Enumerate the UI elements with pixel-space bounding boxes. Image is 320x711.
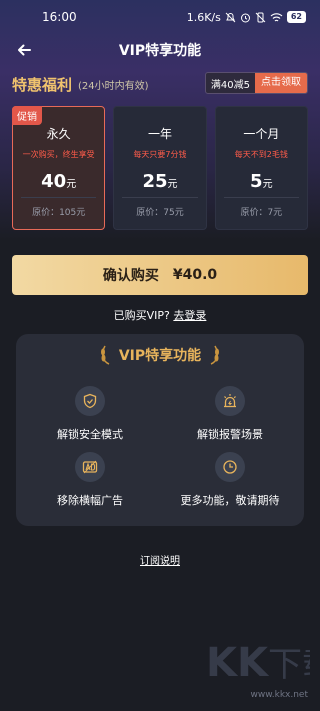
- plan-original-price: 原价：7元: [240, 208, 283, 218]
- status-icons: 1.6K/s 62: [187, 11, 306, 24]
- plan-original-price: 原价：105元: [32, 208, 86, 218]
- login-link[interactable]: 去登录: [173, 309, 206, 322]
- divider: [223, 197, 299, 198]
- plan-name: 一年: [147, 127, 172, 141]
- promo-subtitle: (24小时内有效): [78, 80, 149, 92]
- promo-badge: 促销: [12, 106, 42, 125]
- plan-desc: 每天只要7分钱: [133, 150, 187, 159]
- vip-features-panel: VIP特享功能 解锁安全模式 解锁报警场景 移除横幅广告 更多功能，敬请期待: [16, 334, 304, 526]
- buy-label: 确认购买: [102, 268, 159, 284]
- buy-amount: ¥40.0: [172, 267, 218, 283]
- plan-desc: 每天不到2毛钱: [234, 150, 288, 159]
- coupon-text: 满40减5: [210, 79, 250, 91]
- svg-text:下载: 下载: [268, 645, 310, 685]
- plan-price: 25元: [142, 171, 178, 192]
- clock-icon: [215, 452, 245, 482]
- feature-alarm-scene: 解锁报警场景: [170, 386, 290, 442]
- feature-remove-ads: 移除横幅广告: [30, 452, 150, 508]
- feature-label: 解锁报警场景: [197, 428, 263, 441]
- confirm-purchase-button[interactable]: 确认购买 ¥40.0: [12, 255, 308, 295]
- plan-price: 5元: [250, 171, 273, 192]
- svg-text:KK: KK: [206, 640, 270, 686]
- promo-title: 特惠福利: [12, 75, 73, 94]
- plan-card-year[interactable]: 一年 每天只要7分钱 25元 原价：75元: [113, 106, 207, 230]
- back-arrow-icon[interactable]: [12, 38, 36, 62]
- status-time: 16:00: [42, 10, 77, 24]
- login-text: 已购买VIP?: [113, 309, 170, 322]
- battery-icon: 62: [286, 11, 306, 23]
- divider: [122, 197, 198, 198]
- plan-name: 永久: [46, 127, 71, 141]
- net-speed: 1.6K/s: [186, 10, 221, 24]
- feature-label: 解锁安全模式: [57, 428, 123, 441]
- laurel-right-icon: [210, 345, 220, 365]
- plan-list: 促销 永久 一次购买，终生享受 40元 原价：105元 一年 每天只要7分钱 2…: [12, 106, 308, 230]
- feature-label: 移除横幅广告: [57, 494, 123, 507]
- plan-original-price: 原价：75元: [136, 208, 184, 218]
- status-bar: 16:00 1.6K/s 62: [0, 0, 320, 34]
- alarm-siren-icon: [215, 386, 245, 416]
- feature-label: 更多功能，敬请期待: [180, 494, 280, 507]
- wifi-icon: [270, 12, 283, 21]
- alarm-icon: [240, 13, 250, 22]
- page-title: VIP特享功能: [118, 43, 202, 59]
- shield-check-icon: [75, 386, 105, 416]
- subscription-terms-link[interactable]: 订阅说明: [0, 552, 320, 567]
- features-title: VIP特享功能: [16, 344, 304, 366]
- feature-safe-mode: 解锁安全模式: [30, 386, 150, 442]
- plan-desc: 一次购买，终生享受: [22, 150, 95, 159]
- watermark-url: www.kkx.net: [250, 690, 309, 700]
- plan-name: 一个月: [243, 127, 280, 141]
- ad-remove-icon: [75, 452, 105, 482]
- claim-coupon-button[interactable]: 点击领取: [255, 73, 307, 93]
- silent-icon: [255, 12, 266, 22]
- login-prompt: 已购买VIP? 去登录: [0, 307, 320, 323]
- promo-header: 特惠福利 (24小时内有效) 满40减5 点击领取: [12, 72, 308, 96]
- plan-card-lifetime[interactable]: 促销 永久 一次购买，终生享受 40元 原价：105元: [12, 106, 106, 230]
- feature-more: 更多功能，敬请期待: [170, 452, 290, 508]
- divider: [21, 197, 97, 198]
- coupon-box: 满40减5 点击领取: [204, 72, 308, 94]
- laurel-left-icon: [100, 345, 110, 365]
- mute-icon: [225, 12, 236, 22]
- watermark-logo: KK 下载: [206, 640, 310, 686]
- plan-price: 40元: [41, 171, 77, 192]
- nav-bar: VIP特享功能: [0, 36, 320, 64]
- plan-card-month[interactable]: 一个月 每天不到2毛钱 5元 原价：7元: [214, 106, 308, 230]
